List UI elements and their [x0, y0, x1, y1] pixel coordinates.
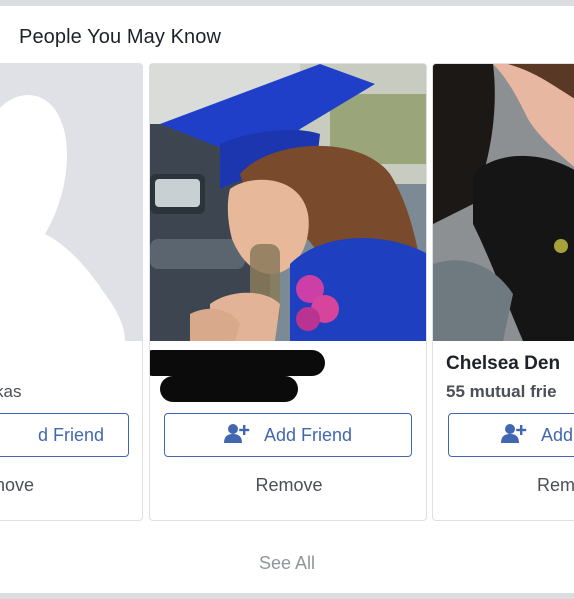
profile-photo-placeholder[interactable] [0, 64, 142, 341]
add-friend-button[interactable]: Add Friend [164, 413, 412, 457]
profile-photo[interactable] [150, 64, 426, 341]
add-friend-label: Add Friend [263, 424, 353, 445]
add-friend-button[interactable]: d Friend [0, 413, 129, 457]
see-all-link[interactable]: See All [0, 553, 574, 574]
mutual-friends: kas [0, 382, 22, 401]
redacted-mutual [160, 376, 298, 402]
profile-photo[interactable] [433, 64, 574, 341]
redacted-name [150, 350, 325, 376]
top-separator [0, 0, 574, 6]
silhouette-icon [0, 64, 142, 341]
suggestion-name[interactable]: Chelsea Den [446, 353, 560, 375]
add-friend-icon [223, 423, 250, 448]
remove-button[interactable]: Remove [150, 475, 426, 496]
remove-button[interactable]: Rem [537, 475, 574, 496]
add-friend-button[interactable]: Add [448, 413, 574, 457]
add-friend-label: d Friend [37, 424, 104, 445]
remove-button[interactable]: nove [0, 475, 34, 496]
suggestion-card: Add Friend Remove [149, 63, 427, 521]
section-title: People You May Know [19, 26, 222, 48]
suggestion-card: kas d Friend nove [0, 63, 143, 521]
suggestion-card: Chelsea Den 55 mutual frie Add Rem [432, 63, 574, 521]
add-friend-icon [501, 423, 527, 448]
mutual-friends: 55 mutual frie [446, 382, 557, 401]
bottom-separator [0, 593, 574, 599]
add-friend-label: Add [541, 424, 574, 445]
